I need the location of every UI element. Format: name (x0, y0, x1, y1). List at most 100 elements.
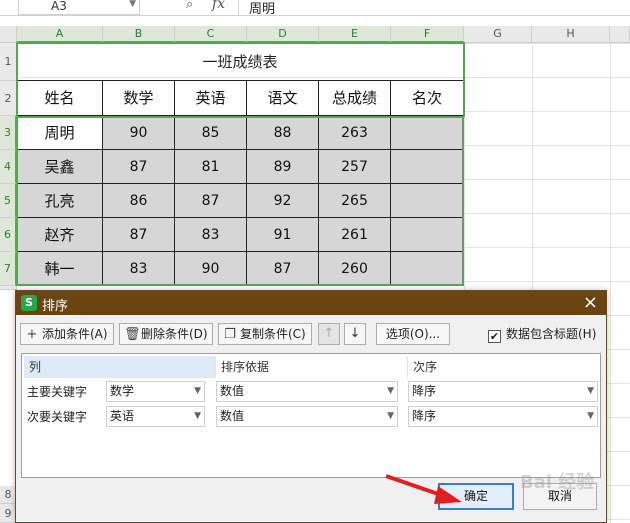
data-cell[interactable]: 87 (103, 218, 175, 252)
options-button[interactable]: 选项(O)... (376, 323, 450, 345)
data-cell[interactable]: 260 (319, 252, 391, 286)
column-header-c[interactable]: C (175, 26, 247, 43)
ok-button[interactable]: 确定 (438, 483, 514, 510)
data-cell[interactable] (391, 184, 464, 218)
data-cell[interactable]: 81 (175, 150, 247, 184)
data-cell[interactable]: 87 (103, 150, 175, 184)
secondary-order-value: 降序 (412, 409, 437, 423)
header-cell[interactable]: 名次 (391, 81, 464, 116)
data-cell[interactable] (391, 150, 464, 184)
zoom-icon[interactable]: ⌕ (186, 0, 193, 12)
list-header-order: 次序 (408, 356, 598, 378)
checkbox-icon[interactable]: ✔ (488, 330, 501, 343)
delete-condition-button[interactable]: 🗑删除条件(D) (119, 323, 213, 345)
secondary-basis-select[interactable]: 数值 ▼ (216, 406, 398, 427)
row-header-3[interactable]: 3 (0, 116, 17, 150)
data-cell[interactable] (391, 116, 464, 150)
column-header-d[interactable]: D (247, 26, 319, 43)
data-cell[interactable]: 87 (247, 252, 319, 286)
secondary-order-select[interactable]: 降序 ▼ (408, 406, 598, 427)
column-header-next[interactable] (610, 26, 630, 43)
secondary-key-label: 次要关键字 (27, 410, 88, 424)
arrow-down-icon[interactable]: ↓ (344, 323, 366, 345)
primary-basis-select[interactable]: 数值 ▼ (216, 381, 398, 402)
data-cell[interactable]: 83 (175, 218, 247, 252)
primary-key-label: 主要关键字 (27, 385, 88, 399)
list-header-column: 列 (24, 356, 216, 378)
has-header-checkbox-wrap[interactable]: ✔ 数据包含标题(H) (488, 326, 596, 343)
row-header-2[interactable]: 2 (0, 81, 17, 116)
primary-column-value: 数学 (110, 384, 135, 398)
data-cell[interactable]: 263 (319, 116, 391, 150)
header-cell[interactable]: 英语 (175, 81, 247, 116)
delete-condition-label: 删除条件(D) (141, 327, 208, 341)
primary-order-select[interactable]: 降序 ▼ (408, 381, 598, 402)
data-cell[interactable]: 87 (175, 184, 247, 218)
dropdown-arrow-icon[interactable]: ▼ (129, 0, 136, 9)
primary-order-value: 降序 (412, 384, 437, 398)
secondary-column-select[interactable]: 英语 ▼ (106, 406, 205, 427)
wps-logo-icon: S (21, 295, 37, 311)
dropdown-arrow-icon: ▼ (587, 386, 594, 396)
cancel-button[interactable]: 取消 (523, 483, 597, 510)
dropdown-arrow-icon: ▼ (194, 386, 201, 396)
data-cell-active[interactable]: 周明 (17, 116, 103, 150)
row-header-6[interactable]: 6 (0, 218, 17, 252)
column-header-a[interactable]: A (17, 26, 103, 43)
dialog-title: 排序 (42, 299, 69, 314)
data-cell[interactable]: 88 (247, 116, 319, 150)
column-header-g[interactable]: G (464, 26, 532, 43)
data-cell[interactable]: 90 (175, 252, 247, 286)
dropdown-arrow-icon: ▼ (194, 411, 201, 421)
secondary-column-value: 英语 (110, 409, 135, 423)
row-header-1[interactable]: 1 (0, 43, 17, 81)
dropdown-arrow-icon: ▼ (387, 411, 394, 421)
fx-icon[interactable]: fx (212, 0, 225, 12)
data-cell[interactable]: 86 (103, 184, 175, 218)
dialog-title-bar[interactable]: S 排序 × (16, 291, 606, 315)
column-header-e[interactable]: E (319, 26, 391, 43)
data-cell[interactable]: 92 (247, 184, 319, 218)
data-cell[interactable]: 孔亮 (17, 184, 103, 218)
header-cell[interactable]: 总成绩 (319, 81, 391, 116)
close-icon[interactable]: × (583, 292, 598, 313)
header-cell[interactable]: 数学 (103, 81, 175, 116)
column-header-h[interactable]: H (532, 26, 610, 43)
data-cell[interactable]: 83 (103, 252, 175, 286)
data-cell[interactable]: 257 (319, 150, 391, 184)
sheet-title-cell[interactable]: 一班成绩表 (17, 43, 464, 81)
data-cell[interactable]: 韩一 (17, 252, 103, 286)
data-cell[interactable]: 85 (175, 116, 247, 150)
primary-column-select[interactable]: 数学 ▼ (106, 381, 205, 402)
row-header-4[interactable]: 4 (0, 150, 17, 184)
name-box[interactable]: A3 ▼ (18, 0, 140, 15)
column-header-f[interactable]: F (391, 26, 464, 43)
arrow-up-icon[interactable]: ↑ (318, 323, 340, 345)
condition-list: 列 排序依据 次序 主要关键字 数学 ▼ 数值 ▼ 降序 ▼ 次要关键字 英语 ▼ 数值… (21, 353, 601, 478)
column-header-b[interactable]: B (103, 26, 175, 43)
secondary-basis-value: 数值 (220, 409, 245, 423)
row-header-7[interactable]: 7 (0, 252, 17, 286)
data-cell[interactable]: 赵齐 (17, 218, 103, 252)
formula-input[interactable]: 周明 (238, 0, 630, 17)
data-cell[interactable]: 91 (247, 218, 319, 252)
data-cell[interactable]: 265 (319, 184, 391, 218)
copy-condition-button[interactable]: ❐ 复制条件(C) (218, 323, 312, 345)
formula-value: 周明 (249, 2, 276, 17)
dropdown-arrow-icon: ▼ (387, 386, 394, 396)
dropdown-arrow-icon: ▼ (587, 411, 594, 421)
data-cell[interactable] (391, 252, 464, 286)
data-cell[interactable]: 89 (247, 150, 319, 184)
row-header-5[interactable]: 5 (0, 184, 17, 218)
data-cell[interactable]: 吴鑫 (17, 150, 103, 184)
data-cell[interactable] (391, 218, 464, 252)
add-condition-button[interactable]: + 添加条件(A) (20, 323, 114, 345)
list-header-basis: 排序依据 (216, 356, 408, 378)
primary-basis-value: 数值 (220, 384, 245, 398)
header-cell[interactable]: 语文 (247, 81, 319, 116)
header-cell[interactable]: 姓名 (17, 81, 103, 116)
select-all-corner[interactable] (0, 26, 17, 43)
trash-icon: 🗑 (124, 327, 141, 342)
data-cell[interactable]: 261 (319, 218, 391, 252)
data-cell[interactable]: 90 (103, 116, 175, 150)
